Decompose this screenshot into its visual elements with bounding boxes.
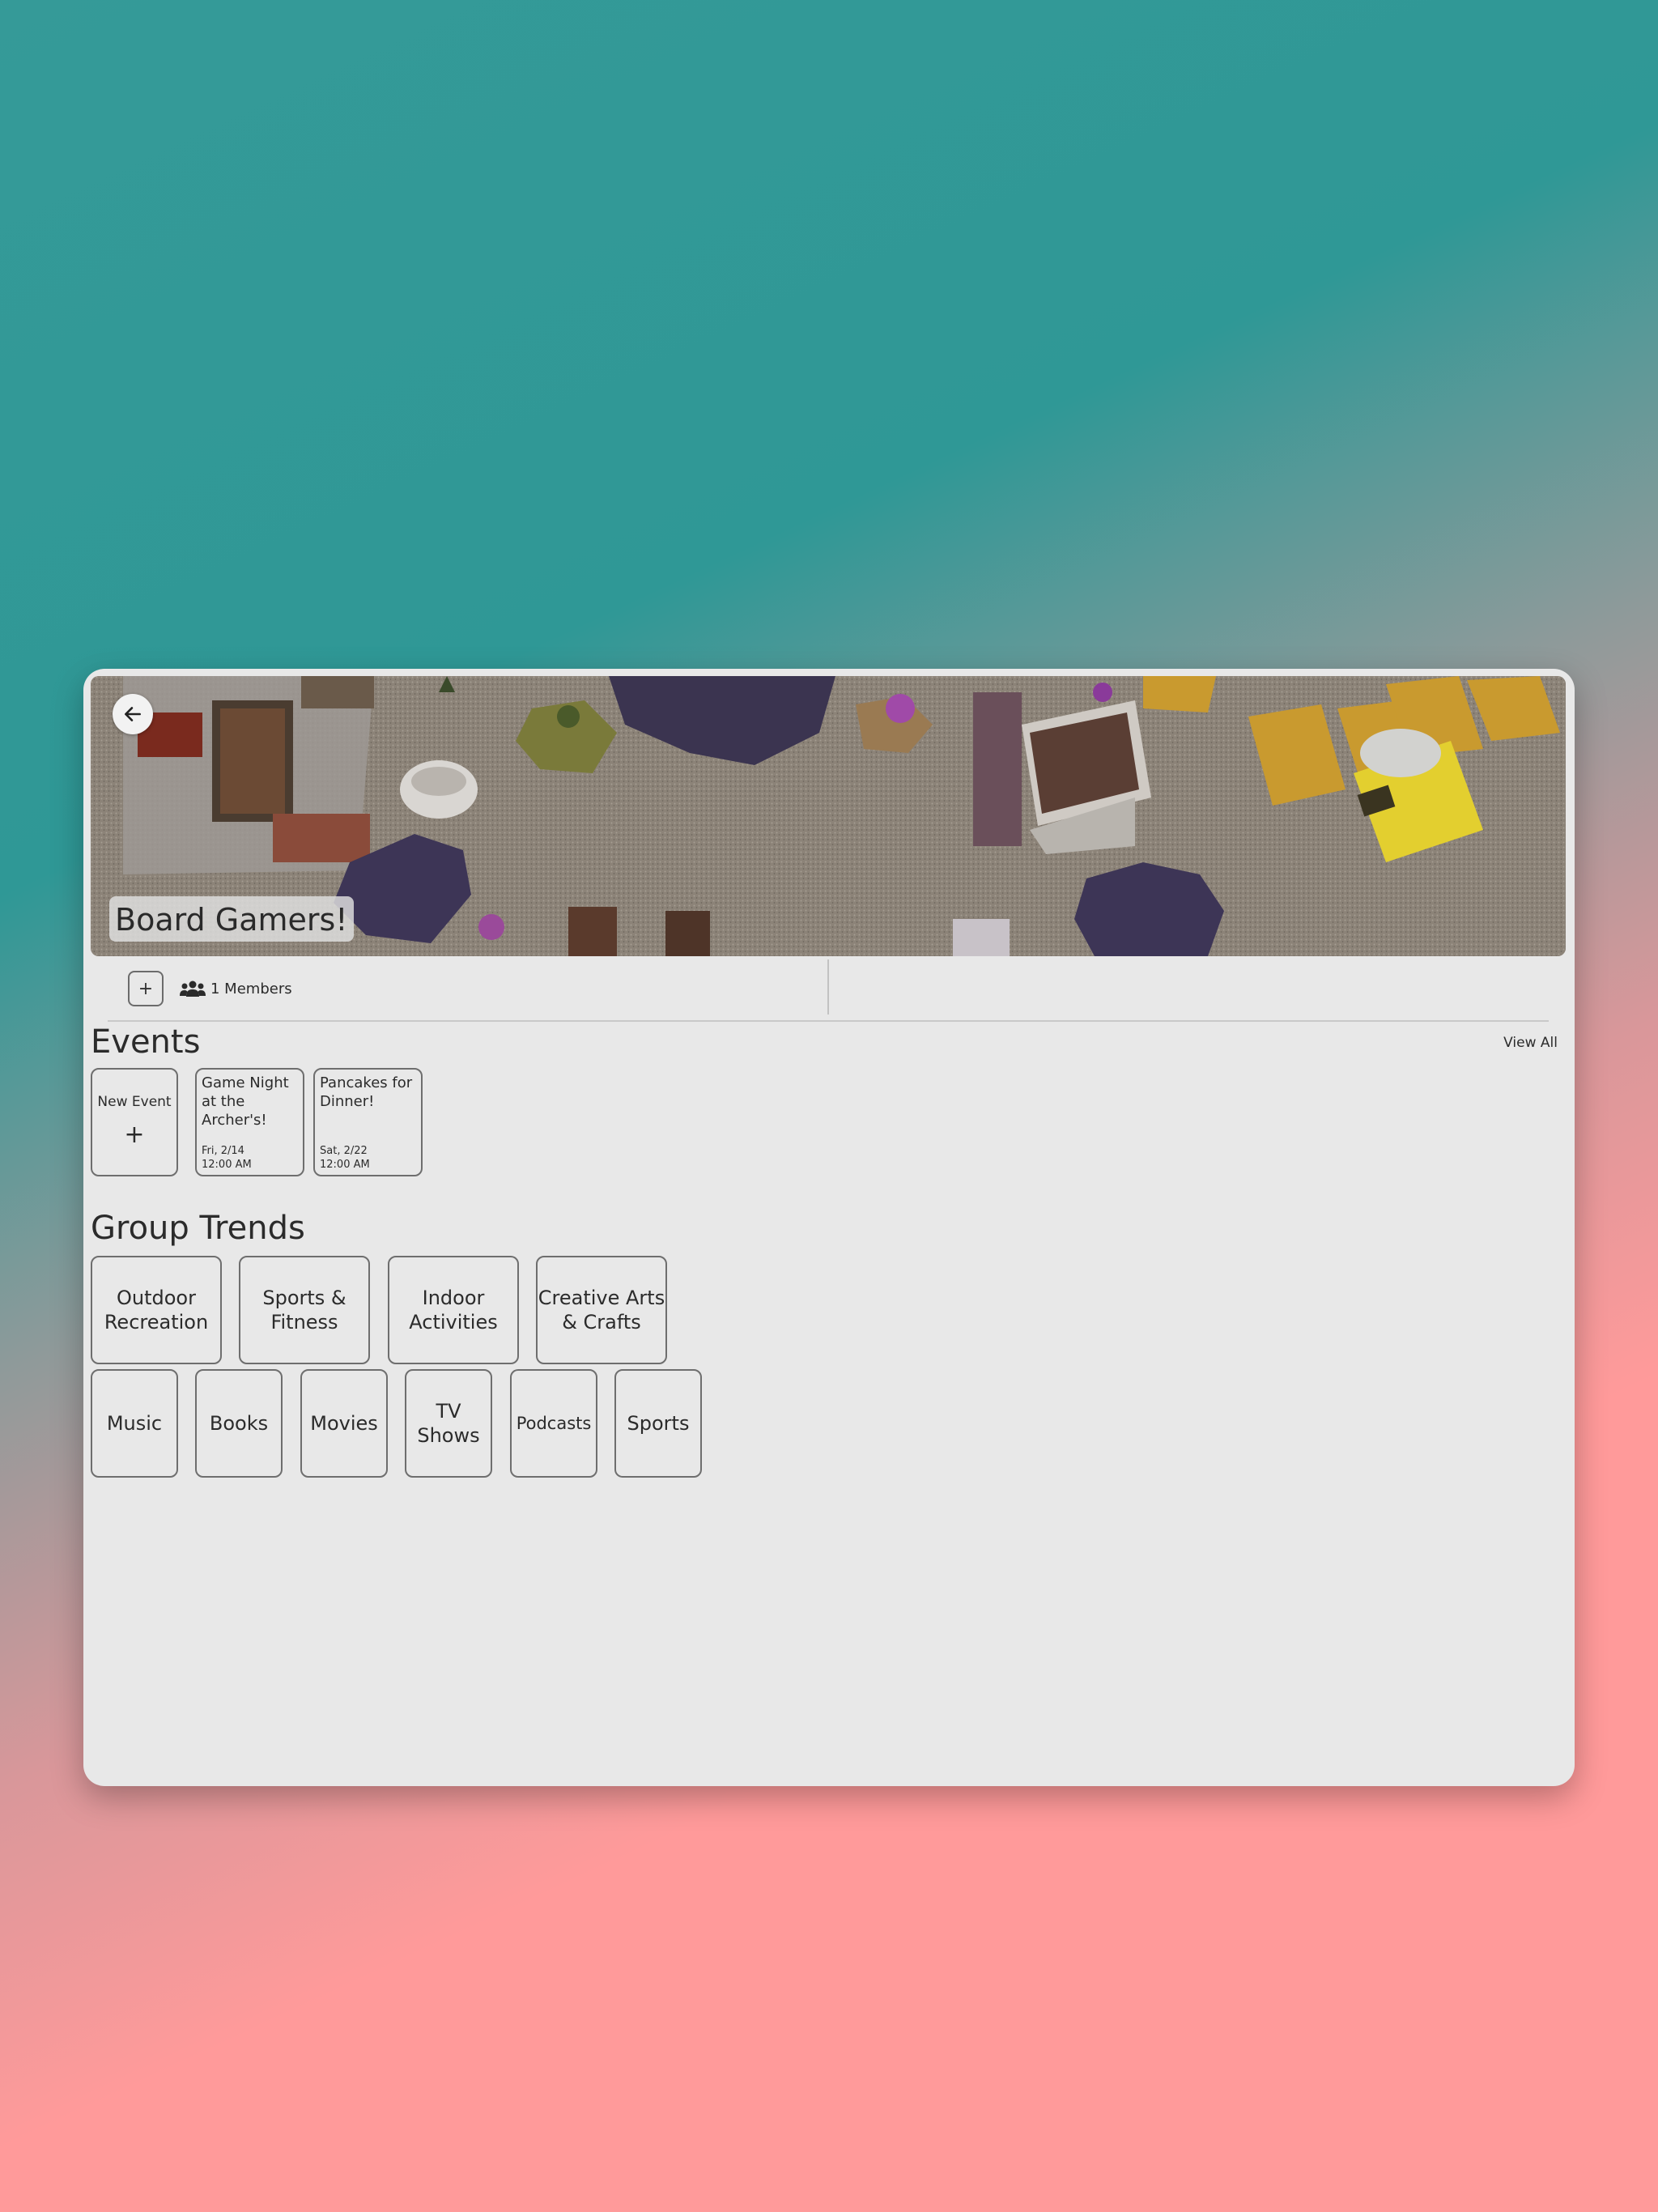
- trend-card-music[interactable]: Music: [91, 1369, 178, 1478]
- trend-card-tv-shows[interactable]: TV Shows: [405, 1369, 492, 1478]
- members-count[interactable]: 1 Members: [179, 972, 292, 1005]
- trend-card-sports[interactable]: Sports: [614, 1369, 702, 1478]
- trend-card-podcasts[interactable]: Podcasts: [510, 1369, 597, 1478]
- info-bar-divider: [827, 959, 829, 1015]
- trend-card-indoor-activities[interactable]: Indoor Activities: [388, 1256, 519, 1364]
- event-date: Sat, 2/22: [320, 1145, 368, 1157]
- trend-card-sports-fitness[interactable]: Sports & Fitness: [239, 1256, 370, 1364]
- members-label: 1 Members: [210, 980, 292, 998]
- group-trends-heading: Group Trends: [91, 1210, 305, 1247]
- event-card[interactable]: Pancakes for Dinner! Sat, 2/22 12:00 AM: [313, 1068, 423, 1176]
- event-time: 12:00 AM: [320, 1159, 370, 1171]
- new-event-label: New Event: [97, 1094, 172, 1110]
- trend-card-creative-arts-crafts[interactable]: Creative Arts & Crafts: [536, 1256, 667, 1364]
- event-title: Pancakes for Dinner!: [320, 1074, 413, 1110]
- plus-icon: +: [124, 1121, 145, 1149]
- view-all-events-link[interactable]: View All: [1503, 1035, 1558, 1051]
- back-button[interactable]: [113, 694, 153, 734]
- event-title: Game Night at the Archer's!: [202, 1074, 289, 1129]
- section-divider: [108, 1020, 1549, 1022]
- event-time: 12:00 AM: [202, 1159, 252, 1171]
- group-info-bar: + 1 Members: [83, 956, 1575, 1024]
- group-name: Board Gamers!: [109, 896, 354, 942]
- trend-card-outdoor-recreation[interactable]: Outdoor Recreation: [91, 1256, 222, 1364]
- event-date: Fri, 2/14: [202, 1145, 244, 1157]
- people-icon: [180, 981, 206, 997]
- events-heading: Events: [91, 1023, 201, 1061]
- trend-card-books[interactable]: Books: [195, 1369, 283, 1478]
- trend-card-movies[interactable]: Movies: [300, 1369, 388, 1478]
- add-member-button[interactable]: +: [128, 971, 164, 1006]
- new-event-card[interactable]: New Event +: [91, 1068, 178, 1176]
- arrow-left-icon: [125, 707, 141, 721]
- event-card[interactable]: Game Night at the Archer's! Fri, 2/14 12…: [195, 1068, 304, 1176]
- group-window: Board Gamers! + 1 Members Events View Al…: [83, 669, 1575, 1786]
- group-cover-photo: Board Gamers!: [91, 676, 1566, 956]
